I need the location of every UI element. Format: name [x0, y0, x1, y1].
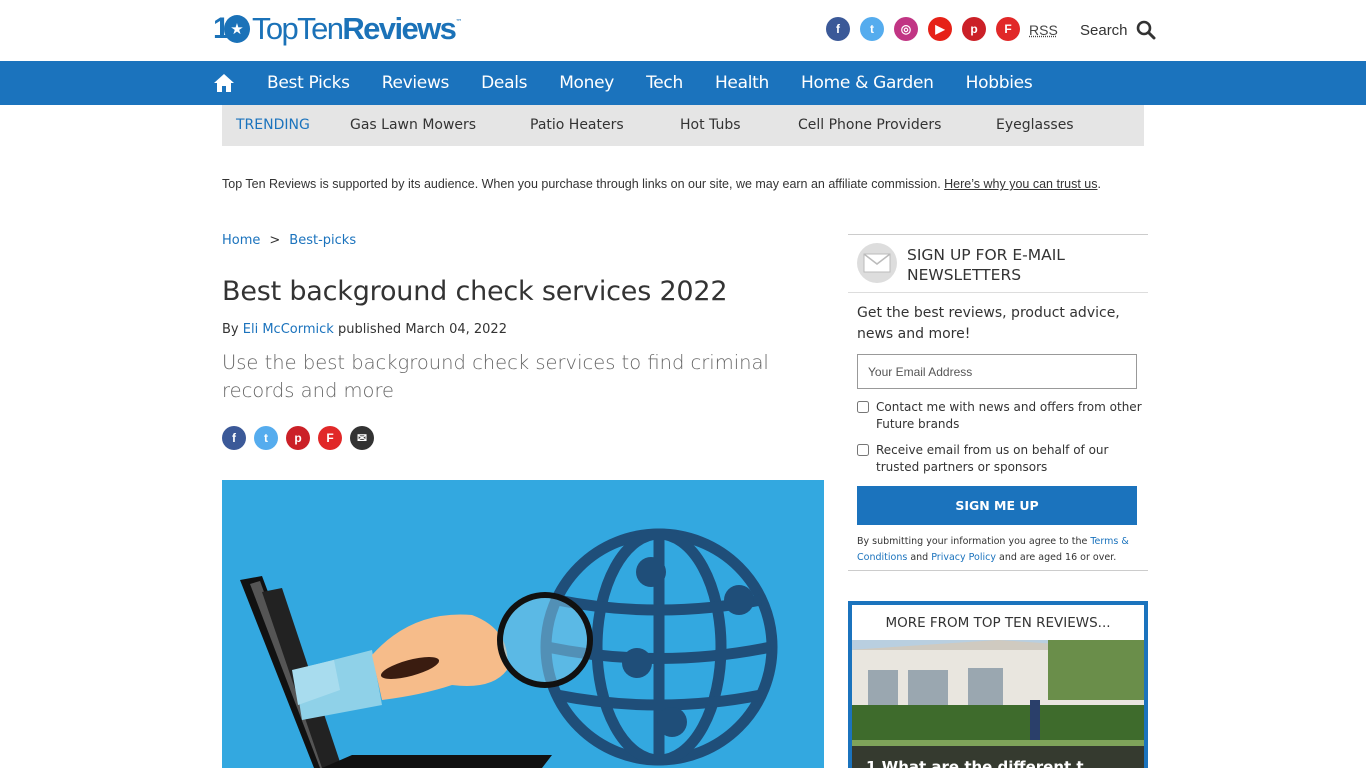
hero-image: [222, 480, 824, 768]
facebook-icon[interactable]: f: [826, 17, 850, 41]
newsletter-description: Get the best reviews, product advice, ne…: [857, 305, 1120, 342]
search-button[interactable]: Search: [1080, 20, 1156, 40]
nav-item-best-picks[interactable]: Best Picks: [267, 73, 350, 93]
article-strapline: Use the best background check services t…: [222, 351, 769, 402]
home-icon[interactable]: [213, 72, 235, 94]
share-flipboard-icon[interactable]: F: [318, 426, 342, 450]
logo-mark: 1 ★: [213, 13, 251, 45]
nav-item-hobbies[interactable]: Hobbies: [966, 73, 1033, 93]
share-buttons: f t p F ✉: [222, 426, 374, 450]
nav-item-money[interactable]: Money: [559, 73, 614, 93]
logo-star-icon: ★: [224, 15, 250, 43]
trending-bar: TRENDING Gas Lawn Mowers Patio Heaters H…: [222, 105, 1144, 146]
newsletter-header: SIGN UP FOR E-MAIL NEWSLETTERS: [848, 235, 1148, 293]
social-links: f t ◎ ▶ p F: [826, 17, 1020, 41]
trending-label: TRENDING: [236, 117, 310, 133]
breadcrumb-home[interactable]: Home: [222, 233, 260, 248]
page-title: Best background check services 2022: [222, 276, 728, 307]
breadcrumb-best-picks[interactable]: Best-picks: [289, 233, 356, 248]
instagram-icon[interactable]: ◎: [894, 17, 918, 41]
twitter-icon[interactable]: t: [860, 17, 884, 41]
affiliate-disclosure: Top Ten Reviews is supported by its audi…: [222, 177, 1101, 191]
more-from-caption[interactable]: 1 What are the different t: [852, 746, 1144, 768]
more-from-box: MORE FROM TOP TEN REVIEWS... 1 What are …: [848, 601, 1148, 768]
search-icon: [1136, 20, 1156, 40]
breadcrumb: Home > Best-picks: [222, 233, 356, 248]
site-header: 1 ★ TopTenReviews ™ f t ◎ ▶ p F RSS Search: [0, 0, 1366, 61]
trending-item[interactable]: Cell Phone Providers: [798, 117, 941, 133]
newsletter-signup: SIGN UP FOR E-MAIL NEWSLETTERS Get the b…: [848, 234, 1148, 571]
nav-item-deals[interactable]: Deals: [481, 73, 527, 93]
partner-consent-checkbox[interactable]: Receive email from us on behalf of our t…: [857, 442, 1142, 476]
breadcrumb-separator: >: [269, 233, 281, 248]
background-check-illustration: [240, 528, 778, 768]
nav-item-reviews[interactable]: Reviews: [382, 73, 450, 93]
partner-checkbox[interactable]: [857, 444, 869, 456]
rss-link[interactable]: RSS: [1029, 22, 1058, 38]
site-logo[interactable]: 1 ★ TopTenReviews ™: [213, 12, 462, 46]
more-from-heading: MORE FROM TOP TEN REVIEWS...: [852, 605, 1144, 640]
share-facebook-icon[interactable]: f: [222, 426, 246, 450]
flipboard-icon[interactable]: F: [996, 17, 1020, 41]
pinterest-icon[interactable]: p: [962, 17, 986, 41]
search-label: Search: [1080, 21, 1128, 39]
author-link[interactable]: Eli McCormick: [243, 322, 334, 337]
contact-consent-checkbox[interactable]: Contact me with news and offers from oth…: [857, 399, 1142, 433]
trending-item[interactable]: Patio Heaters: [530, 117, 624, 133]
trust-link[interactable]: Here’s why you can trust us: [944, 177, 1097, 191]
nav-item-health[interactable]: Health: [715, 73, 769, 93]
nav-item-home-garden[interactable]: Home & Garden: [801, 73, 934, 93]
byline: By Eli McCormick published March 04, 202…: [222, 322, 507, 337]
privacy-link[interactable]: Privacy Policy: [931, 552, 996, 563]
sign-me-up-button[interactable]: SIGN ME UP: [857, 486, 1137, 525]
youtube-icon[interactable]: ▶: [928, 17, 952, 41]
trending-item[interactable]: Eyeglasses: [996, 117, 1074, 133]
share-twitter-icon[interactable]: t: [254, 426, 278, 450]
trending-item[interactable]: Hot Tubs: [680, 117, 741, 133]
envelope-icon: [857, 243, 897, 283]
share-email-icon[interactable]: ✉: [350, 426, 374, 450]
newsletter-terms: By submitting your information you agree…: [857, 536, 1129, 563]
share-pinterest-icon[interactable]: p: [286, 426, 310, 450]
contact-checkbox[interactable]: [857, 401, 869, 413]
more-from-image[interactable]: 1 What are the different t: [852, 640, 1144, 768]
logo-text: TopTenReviews: [252, 11, 457, 46]
nav-item-tech[interactable]: Tech: [646, 73, 683, 93]
main-nav: Best Picks Reviews Deals Money Tech Health Hom…: [0, 61, 1366, 105]
newsletter-title: SIGN UP FOR E-MAIL NEWSLETTERS: [907, 246, 1065, 284]
trending-item[interactable]: Gas Lawn Mowers: [350, 117, 476, 133]
email-field[interactable]: [857, 354, 1137, 389]
